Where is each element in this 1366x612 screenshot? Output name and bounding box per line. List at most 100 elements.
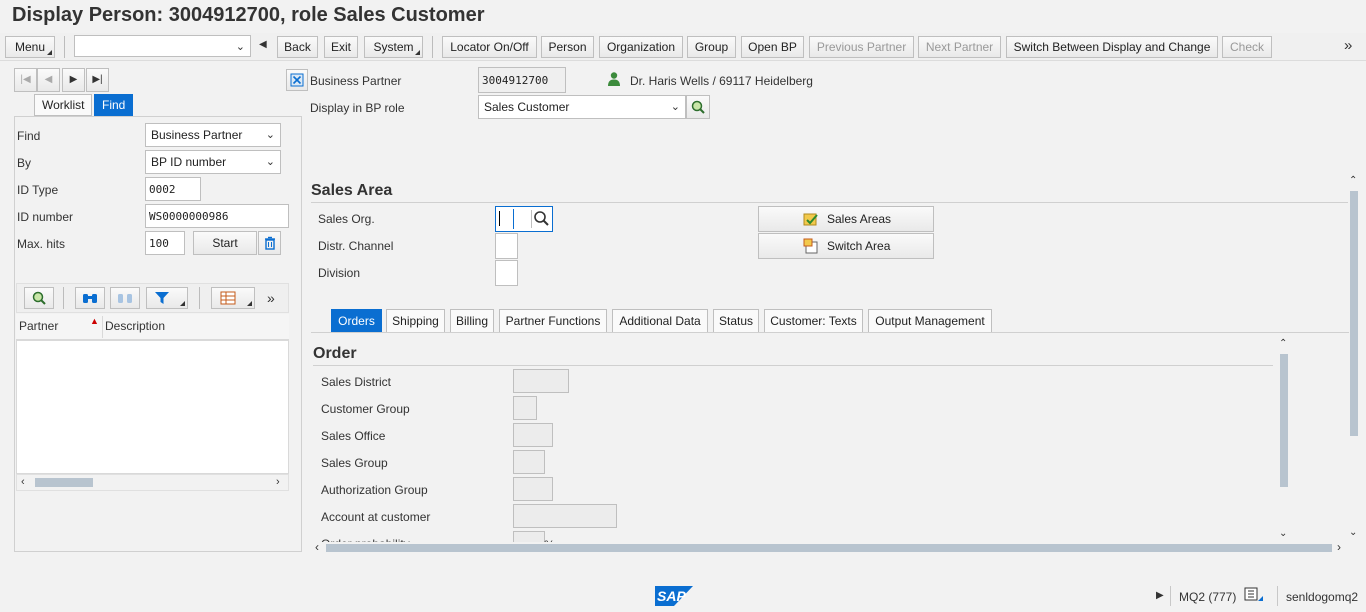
chevron-up-icon[interactable]: ⌃	[1279, 338, 1287, 349]
order-field-label: Authorization Group	[321, 483, 428, 497]
order-field-input[interactable]	[513, 477, 553, 501]
find-select[interactable]: Business Partner ⌄	[145, 123, 281, 147]
distr-channel-input[interactable]	[495, 233, 518, 259]
open-bp-button[interactable]: Open BP	[741, 36, 804, 58]
first-icon[interactable]: |◀	[14, 68, 37, 92]
division-input[interactable]	[495, 260, 518, 286]
chevron-left-icon[interactable]: ‹	[315, 540, 319, 554]
close-locator-icon[interactable]	[286, 69, 308, 91]
start-button[interactable]: Start	[193, 231, 257, 255]
sales-org-input[interactable]	[495, 206, 553, 232]
command-field[interactable]: ⌄	[74, 35, 251, 57]
chevron-down-icon[interactable]: ⌄	[671, 100, 680, 113]
binoculars-icon[interactable]	[75, 287, 105, 309]
tab-output-management[interactable]: Output Management	[868, 309, 992, 333]
tab-worklist[interactable]: Worklist	[34, 94, 93, 116]
scrollbar-thumb[interactable]	[1350, 191, 1358, 436]
switch-area-button[interactable]: Switch Area	[758, 233, 934, 259]
zoom-icon[interactable]	[24, 287, 54, 309]
more-icon[interactable]: »	[267, 290, 275, 306]
search-icon[interactable]	[533, 210, 550, 227]
bp-role-select[interactable]: Sales Customer ⌄	[478, 95, 686, 119]
next-partner-button[interactable]: Next Partner	[918, 36, 1001, 58]
tab-find[interactable]: Find	[94, 94, 134, 116]
order-vscrollbar[interactable]: ⌃ ⌄	[1278, 338, 1290, 542]
order-field-label: Account at customer	[321, 510, 431, 524]
chevron-right-icon[interactable]: ›	[276, 476, 280, 488]
main-hscrollbar[interactable]: ‹ ›	[311, 540, 1349, 554]
layout-icon[interactable]	[211, 287, 255, 309]
order-field-input[interactable]	[513, 396, 537, 420]
expand-status-icon[interactable]: ▶	[1156, 590, 1164, 601]
id-type-input[interactable]: 0002	[145, 177, 201, 201]
last-icon[interactable]: ▶|	[86, 68, 109, 92]
max-hits-input[interactable]: 100	[145, 231, 185, 255]
tab-partner-functions[interactable]: Partner Functions	[499, 309, 607, 333]
id-number-label: ID number	[17, 210, 74, 224]
tab-customer-texts[interactable]: Customer: Texts	[764, 309, 863, 333]
system-info-icon[interactable]	[1244, 587, 1264, 608]
person-button[interactable]: Person	[541, 36, 594, 58]
toolbar-separator	[64, 36, 65, 58]
chevron-right-icon[interactable]: ›	[1337, 540, 1341, 554]
switch-area-label: Switch Area	[827, 239, 891, 253]
chevron-down-icon[interactable]: ⌄	[236, 40, 245, 53]
result-list[interactable]	[16, 340, 289, 474]
sap-logo: SAP	[655, 586, 693, 606]
order-field-input[interactable]	[513, 450, 545, 474]
tab-shipping[interactable]: Shipping	[386, 309, 445, 333]
more-icon[interactable]: »	[1344, 37, 1352, 54]
input-divider	[513, 209, 514, 229]
order-field-input[interactable]	[513, 423, 553, 447]
triangle-left-icon[interactable]: ◀	[259, 39, 267, 50]
switch-display-change-button[interactable]: Switch Between Display and Change	[1006, 36, 1218, 58]
group-button[interactable]: Group	[687, 36, 736, 58]
order-field-input[interactable]	[513, 504, 617, 528]
find-next-icon[interactable]	[110, 287, 140, 309]
chevron-down-icon[interactable]: ⌄	[266, 128, 275, 141]
system-info[interactable]: MQ2 (777)	[1179, 590, 1236, 604]
status-separator	[1170, 586, 1171, 606]
next-icon[interactable]: ▶	[62, 68, 85, 92]
previous-partner-button[interactable]: Previous Partner	[809, 36, 914, 58]
menu-button[interactable]: Menu	[5, 36, 55, 58]
toolbar-separator	[199, 287, 200, 309]
previous-icon[interactable]: ◀	[37, 68, 60, 92]
role-detail-icon[interactable]	[686, 95, 710, 119]
main-vscrollbar[interactable]: ⌃ ⌄	[1348, 175, 1360, 544]
tab-billing[interactable]: Billing	[450, 309, 494, 333]
trash-icon[interactable]	[258, 231, 281, 255]
section-divider	[311, 202, 1349, 203]
tab-orders[interactable]: Orders	[331, 309, 382, 333]
back-button[interactable]: Back	[277, 36, 318, 58]
order-field-input[interactable]	[513, 369, 569, 393]
sort-asc-icon[interactable]: ▲	[90, 316, 99, 326]
scrollbar-thumb[interactable]	[1280, 354, 1288, 487]
tab-additional-data[interactable]: Additional Data	[612, 309, 708, 333]
section-divider	[313, 365, 1273, 366]
system-button[interactable]: System	[364, 36, 423, 58]
by-select[interactable]: BP ID number ⌄	[145, 150, 281, 174]
column-description[interactable]: Description	[105, 319, 165, 333]
chevron-left-icon[interactable]: ‹	[21, 476, 25, 488]
sales-area-title: Sales Area	[311, 182, 393, 199]
column-divider	[102, 316, 103, 338]
sales-areas-button[interactable]: Sales Areas	[758, 206, 934, 232]
scrollbar-thumb[interactable]	[326, 544, 1332, 552]
chevron-down-icon[interactable]: ⌄	[1279, 528, 1287, 539]
chevron-down-icon[interactable]: ⌄	[1349, 527, 1357, 538]
locator-toggle-button[interactable]: Locator On/Off	[442, 36, 537, 58]
check-button[interactable]: Check	[1222, 36, 1272, 58]
tab-status[interactable]: Status	[713, 309, 759, 333]
business-partner-field[interactable]: 3004912700	[478, 67, 566, 93]
id-number-input[interactable]: WS0000000986	[145, 204, 289, 228]
scrollbar-thumb[interactable]	[35, 478, 93, 487]
chevron-up-icon[interactable]: ⌃	[1349, 175, 1357, 186]
chevron-down-icon[interactable]: ⌄	[266, 155, 275, 168]
exit-button[interactable]: Exit	[324, 36, 358, 58]
by-label: By	[17, 156, 32, 170]
column-partner[interactable]: Partner	[19, 319, 58, 333]
organization-button[interactable]: Organization	[599, 36, 683, 58]
text-cursor	[499, 211, 500, 226]
filter-icon[interactable]	[146, 287, 188, 309]
